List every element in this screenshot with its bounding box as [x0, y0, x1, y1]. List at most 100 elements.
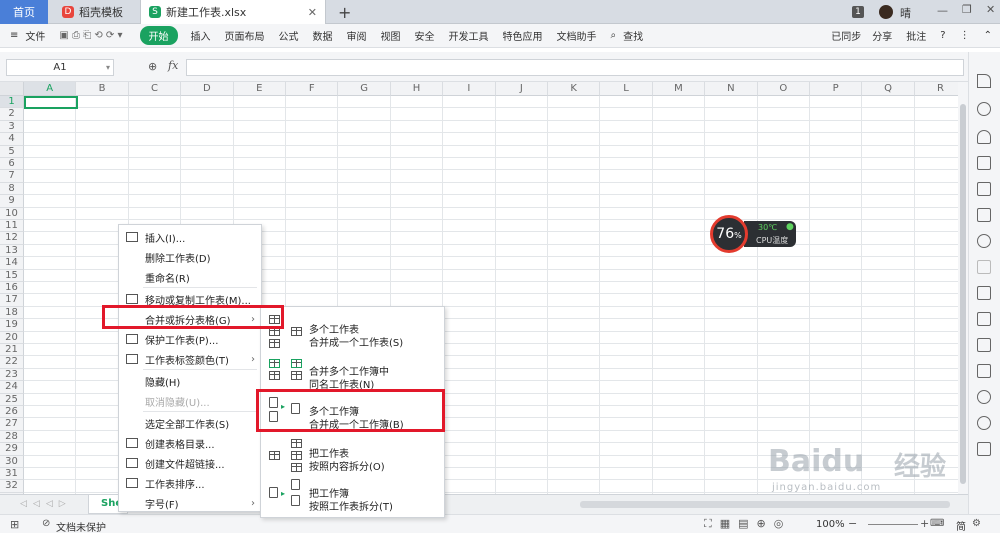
- tab-home[interactable]: 首页: [0, 0, 48, 24]
- settings-icon[interactable]: ⚙: [972, 518, 981, 529]
- row-header-29[interactable]: 29: [0, 443, 24, 456]
- row-header-10[interactable]: 10: [0, 207, 24, 220]
- context-menu-item-0[interactable]: 插入(I)...: [119, 227, 261, 247]
- image-icon[interactable]: [977, 364, 991, 378]
- sheet-nav-arrows[interactable]: ◁◁◁▷: [20, 499, 72, 509]
- comment-button[interactable]: 批注: [899, 28, 933, 43]
- column-header-o[interactable]: O: [757, 82, 810, 96]
- table-icon[interactable]: [977, 156, 991, 170]
- context-menu-item-2[interactable]: 重命名(R): [119, 267, 261, 287]
- menu-review[interactable]: 审阅: [340, 28, 374, 43]
- submenu-merge-same-name-sheets[interactable]: 合并多个工作簿中 同名工作表(N): [261, 353, 444, 393]
- file-menu[interactable]: 文件: [25, 28, 52, 43]
- history-icon[interactable]: [977, 416, 991, 430]
- context-menu-item-7[interactable]: 隐藏(H): [119, 371, 261, 391]
- ime-mode[interactable]: 简: [956, 518, 966, 533]
- context-menu-item-10[interactable]: 创建表格目录...: [119, 433, 261, 453]
- protect-status[interactable]: 文档未保护: [56, 519, 106, 534]
- zoom-in-icon[interactable]: +: [920, 517, 929, 530]
- quick-access-icons[interactable]: ▣ ⎙ ⎗ ⟲ ⟳ ▾: [52, 30, 129, 41]
- row-header-13[interactable]: 13: [0, 244, 24, 258]
- row-header-1[interactable]: 1: [0, 96, 24, 109]
- column-header-p[interactable]: P: [810, 82, 863, 96]
- location-icon[interactable]: [977, 390, 991, 404]
- row-header-8[interactable]: 8: [0, 182, 24, 196]
- close-tab-icon[interactable]: ✕: [308, 6, 317, 19]
- archive-icon[interactable]: [977, 338, 991, 352]
- row-header-30[interactable]: 30: [0, 455, 24, 468]
- column-header-m[interactable]: M: [652, 82, 706, 96]
- name-box[interactable]: A1 ▾: [6, 59, 114, 76]
- menu-doc-assistant[interactable]: 文档助手: [550, 28, 604, 43]
- row-header-20[interactable]: 20: [0, 331, 24, 344]
- row-header-32[interactable]: 32: [0, 480, 24, 493]
- select-all-corner[interactable]: [0, 82, 24, 96]
- help-icon[interactable]: ?: [933, 30, 952, 41]
- share-button[interactable]: 分享: [865, 28, 899, 43]
- column-header-f[interactable]: F: [286, 82, 339, 96]
- submenu-merge-sheets[interactable]: 多个工作表 合并成一个工作表(S): [261, 311, 444, 351]
- column-header-n[interactable]: N: [705, 82, 758, 96]
- row-header-7[interactable]: 7: [0, 170, 24, 183]
- submenu-split-workbook-by-sheet[interactable]: ▸ 把工作簿 按照工作表拆分(T): [261, 475, 444, 515]
- row-header-17[interactable]: 17: [0, 294, 24, 307]
- chart-icon[interactable]: [977, 208, 991, 222]
- context-menu-item-6[interactable]: 工作表标签颜色(T) ›: [119, 349, 261, 369]
- row-header-22[interactable]: 22: [0, 356, 24, 369]
- grid-icon[interactable]: [977, 182, 991, 196]
- column-header-h[interactable]: H: [390, 82, 444, 96]
- row-header-28[interactable]: 28: [0, 430, 24, 444]
- active-cell[interactable]: [24, 96, 78, 109]
- keyboard-icon[interactable]: ⌨: [930, 518, 944, 529]
- row-header-5[interactable]: 5: [0, 145, 24, 158]
- row-header-9[interactable]: 9: [0, 195, 24, 208]
- menu-security[interactable]: 安全: [408, 28, 442, 43]
- menu-insert[interactable]: 插入: [184, 28, 218, 43]
- format-icon[interactable]: [977, 260, 991, 274]
- cpu-widget[interactable]: 76% 30℃ ● CPU温度: [710, 215, 796, 253]
- export-icon[interactable]: [977, 312, 991, 326]
- minimize-icon[interactable]: —: [937, 4, 948, 17]
- vertical-scrollbar[interactable]: [958, 82, 968, 494]
- view-mode-icons[interactable]: ⛶▦▤⊕◎: [704, 517, 791, 531]
- row-header-4[interactable]: 4: [0, 133, 24, 146]
- row-header-12[interactable]: 12: [0, 232, 24, 245]
- sync-status[interactable]: 已同步: [824, 28, 865, 43]
- row-header-11[interactable]: 11: [0, 220, 24, 233]
- menu-page-layout[interactable]: 页面布局: [218, 28, 272, 43]
- column-header-e[interactable]: E: [233, 82, 286, 96]
- context-menu-item-9[interactable]: 选定全部工作表(S): [119, 413, 261, 433]
- menu-developer[interactable]: 开发工具: [442, 28, 496, 43]
- macro-icon[interactable]: ⊞: [10, 518, 19, 531]
- zoom-search-icon[interactable]: ⊕: [148, 60, 157, 73]
- close-window-icon[interactable]: ✕: [986, 3, 995, 16]
- row-header-26[interactable]: 26: [0, 406, 24, 419]
- column-header-a[interactable]: A: [24, 82, 77, 96]
- row-header-24[interactable]: 24: [0, 381, 24, 394]
- row-header-31[interactable]: 31: [0, 468, 24, 481]
- tools-icon[interactable]: [977, 442, 991, 456]
- menu-data[interactable]: 数据: [306, 28, 340, 43]
- zoom-level[interactable]: 100%: [816, 519, 845, 530]
- column-header-j[interactable]: J: [495, 82, 548, 96]
- column-header-c[interactable]: C: [128, 82, 182, 96]
- tab-workbook[interactable]: S 新建工作表.xlsx ✕: [140, 0, 326, 24]
- collapse-ribbon-icon[interactable]: ⌃: [977, 30, 1000, 41]
- tab-docer-templates[interactable]: D 稻壳模板: [54, 0, 140, 24]
- formula-input[interactable]: [186, 59, 964, 76]
- column-header-k[interactable]: K: [548, 82, 601, 96]
- column-header-r[interactable]: R: [914, 82, 958, 96]
- row-header-19[interactable]: 19: [0, 319, 24, 332]
- row-header-25[interactable]: 25: [0, 393, 24, 406]
- restore-icon[interactable]: ❐: [962, 3, 972, 16]
- shapes-icon[interactable]: [977, 102, 991, 116]
- zoom-out-icon[interactable]: −: [848, 517, 857, 530]
- column-header-g[interactable]: G: [338, 82, 391, 96]
- more-icon[interactable]: ⋮: [953, 30, 977, 41]
- context-menu-item-5[interactable]: 保护工作表(P)...: [119, 329, 261, 349]
- avatar[interactable]: [879, 5, 893, 19]
- row-header-27[interactable]: 27: [0, 418, 24, 431]
- context-menu-item-12[interactable]: 工作表排序...: [119, 473, 261, 493]
- scrollbar-thumb[interactable]: [960, 104, 966, 484]
- menu-features[interactable]: 特色应用: [496, 28, 550, 43]
